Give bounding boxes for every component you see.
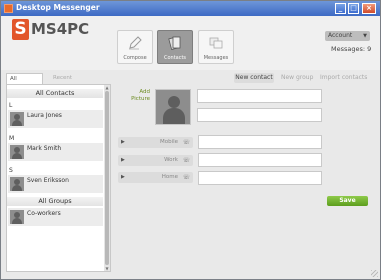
tab-new-group[interactable]: New group [281,73,313,83]
scroll-down-icon[interactable]: ▼ [104,266,110,271]
letter-header: M [9,135,15,142]
logo-text: MS4PC [31,20,90,38]
close-button[interactable]: × [362,3,376,14]
phone-type-home[interactable]: ▶ Home ☏ [118,172,193,183]
expand-arrow-icon: ▶ [121,174,125,180]
title-bar[interactable]: Desktop Messenger _ □ × [1,1,380,16]
contact-list: All Contacts L Laura Jones M Mark Smith … [6,84,111,272]
phone-label: Home [161,174,178,180]
window-title: Desktop Messenger [16,3,100,12]
avatar [10,210,24,224]
app-icon [4,4,13,13]
last-name-field[interactable] [197,108,322,122]
save-button[interactable]: Save [327,196,368,206]
avatar [10,177,24,191]
contact-photo[interactable] [155,89,191,125]
chevron-down-icon: ▼ [363,33,367,39]
compose-button[interactable]: Compose [117,30,153,64]
messages-button[interactable]: Messages [198,30,234,64]
avatar [10,112,24,126]
scrollbar[interactable]: ▲ ▼ [104,85,110,271]
letter-header: L [9,102,13,109]
contacts-book-icon [168,36,181,51]
phone-type-mobile[interactable]: ▶ Mobile ☏ [118,137,193,148]
all-contacts-heading: All Contacts [7,89,103,98]
group-item[interactable]: Co-workers [8,208,103,226]
tab-import-contacts[interactable]: Import contacts [320,73,367,83]
group-name: Co-workers [27,210,61,217]
messages-count: Messages: 9 [331,45,372,53]
account-selected-value: Account [328,32,353,39]
add-picture-link[interactable]: Add Picture [131,89,150,103]
expand-arrow-icon: ▶ [121,139,125,145]
contacts-label: Contacts [163,55,187,61]
list-item[interactable]: Mark Smith [8,143,103,161]
messages-icon [209,37,223,49]
tab-recent-activity[interactable]: Recent Activity [50,73,95,92]
phone-icon: ☏ [182,157,190,164]
phone-icon: ☏ [182,174,190,181]
contact-name: Mark Smith [27,145,62,152]
work-field[interactable] [198,153,322,167]
scroll-up-icon[interactable]: ▲ [104,85,110,90]
all-groups-heading: All Groups [7,197,103,206]
contact-name: Laura Jones [27,112,62,119]
app-window: Desktop Messenger _ □ × S MS4PC Compose … [0,0,381,280]
first-name-field[interactable] [197,89,322,103]
pencil-icon [129,36,142,50]
phone-label: Mobile [159,139,178,145]
list-item[interactable]: Sven Eriksson [8,175,103,193]
contact-name: Sven Eriksson [27,177,69,184]
compose-label: Compose [123,55,147,61]
list-item[interactable]: Laura Jones [8,110,103,128]
logo-icon: S [12,19,29,40]
minimize-button[interactable]: _ [335,3,346,14]
phone-label: Work [164,157,178,163]
expand-arrow-icon: ▶ [121,157,125,163]
scroll-thumb[interactable] [105,91,109,265]
tab-new-contact[interactable]: New contact [234,73,274,83]
resize-grip[interactable] [371,270,378,277]
letter-header: S [9,167,13,174]
messages-label: Messages [203,55,229,61]
home-field[interactable] [198,171,322,185]
contacts-button[interactable]: Contacts [157,30,193,64]
phone-type-work[interactable]: ▶ Work ☏ [118,155,193,166]
tab-all-contacts[interactable]: All Contacts [6,73,43,93]
mobile-field[interactable] [198,135,322,149]
avatar [10,145,24,159]
phone-icon: ☏ [182,139,190,146]
account-dropdown[interactable]: Account ▼ [325,31,370,41]
maximize-button[interactable]: □ [348,3,359,14]
